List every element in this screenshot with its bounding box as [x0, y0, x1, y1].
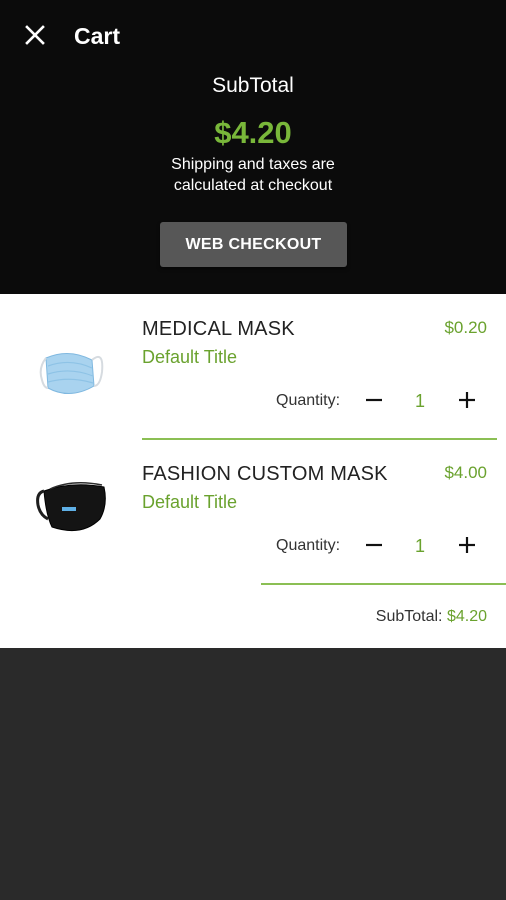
- page-title: Cart: [74, 23, 121, 49]
- cart-items-list: MEDICAL MASK Default Title $0.20 Quantit…: [0, 294, 506, 648]
- shipping-note: Shipping and taxes are calculated at che…: [0, 154, 506, 196]
- item-price: $0.20: [444, 318, 487, 337]
- increase-quantity-button[interactable]: [454, 387, 480, 413]
- cart-item: FASHION CUSTOM MASK Default Title $4.00 …: [0, 439, 506, 584]
- plus-icon: [459, 537, 475, 553]
- cart-subtotal-label: SubTotal:: [375, 608, 443, 625]
- shipping-note-line-2: calculated at checkout: [173, 177, 333, 194]
- minus-icon: [366, 543, 382, 547]
- item-variant: Default Title: [142, 492, 238, 512]
- subtotal-value: $4.20: [214, 115, 292, 150]
- shipping-note-line-1: Shipping and taxes are: [171, 156, 335, 173]
- subtotal-divider: [261, 583, 506, 585]
- item-name[interactable]: FASHION CUSTOM MASK: [142, 461, 388, 487]
- decrease-quantity-button[interactable]: [361, 532, 387, 558]
- black-mask-image: [34, 475, 110, 545]
- close-icon: [25, 25, 45, 45]
- item-price: $4.00: [444, 463, 487, 482]
- decrease-quantity-button[interactable]: [361, 387, 387, 413]
- quantity-label: Quantity:: [276, 537, 341, 554]
- close-button[interactable]: [22, 22, 48, 48]
- quantity-value: 1: [414, 536, 425, 556]
- web-checkout-button[interactable]: WEB CHECKOUT: [160, 222, 347, 267]
- minus-icon: [366, 398, 382, 402]
- cart-subtotal-value: $4.20: [446, 608, 487, 625]
- quantity-label: Quantity:: [276, 392, 341, 409]
- cart-subtotal: SubTotal: $4.20: [376, 606, 487, 628]
- plus-icon: [459, 392, 475, 408]
- cart-header: Cart SubTotal $4.20 Shipping and taxes a…: [0, 0, 506, 294]
- item-name[interactable]: MEDICAL MASK: [142, 316, 295, 342]
- item-variant: Default Title: [142, 347, 238, 367]
- subtotal-label: SubTotal: [212, 74, 294, 97]
- cart-item: MEDICAL MASK Default Title $0.20 Quantit…: [0, 294, 506, 439]
- quantity-value: 1: [414, 391, 425, 411]
- increase-quantity-button[interactable]: [454, 532, 480, 558]
- surgical-mask-image: [34, 338, 110, 408]
